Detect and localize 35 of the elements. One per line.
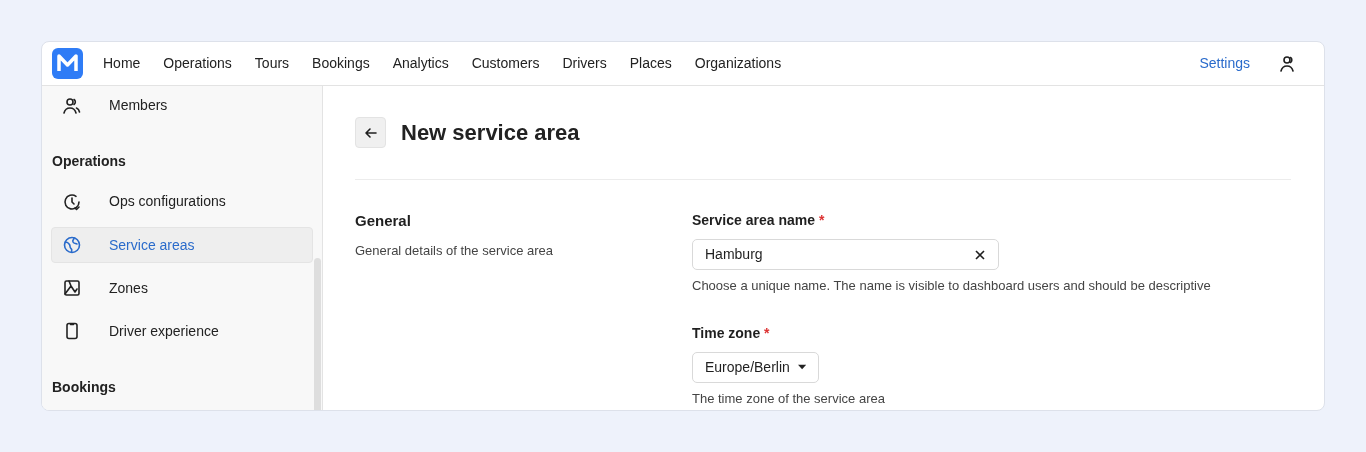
sidebar-item[interactable]: Ops configurations (51, 184, 313, 220)
help-text: Choose a unique name. The name is visible to dashboard users and should be descriptive (692, 277, 1211, 295)
globe-icon (62, 235, 82, 255)
logo-icon[interactable] (52, 48, 83, 79)
nav-link[interactable]: Drivers (562, 53, 607, 74)
help-text: The time zone of the service area (692, 389, 886, 408)
sidebar-item[interactable]: Members (51, 88, 313, 124)
nav-link[interactable]: Customers (471, 53, 540, 74)
sidebar-item[interactable]: Service areas (51, 227, 313, 263)
nav-link[interactable]: Analytics (392, 53, 449, 74)
sidebar-item[interactable]: Driver experience (51, 313, 313, 349)
nav-link[interactable]: Tours (254, 53, 290, 74)
map-icon (62, 278, 82, 299)
clear-icon[interactable] (974, 248, 986, 261)
nav-link[interactable]: Places (629, 53, 672, 74)
back-button[interactable] (355, 117, 386, 148)
clock-icon (62, 191, 82, 212)
field-label: Service area name * (692, 211, 826, 230)
dropdown[interactable]: Europe/Berlin (692, 351, 819, 383)
section-description: General details of the service area (355, 241, 554, 260)
caret-icon (797, 364, 806, 370)
sidebar-item[interactable]: Zones (51, 270, 313, 306)
scrollbar[interactable] (314, 258, 321, 410)
field-label: Time zone * (692, 323, 771, 343)
section-heading: Operations (51, 152, 127, 172)
settings-link[interactable]: Settings (1199, 53, 1250, 74)
text-field[interactable]: Hamburg (692, 239, 999, 270)
section-title: General (355, 211, 412, 231)
nav-link[interactable]: Operations (163, 53, 232, 74)
nav-link[interactable]: Home (103, 53, 141, 74)
page-title: New service area (401, 119, 580, 147)
section-heading: Bookings (51, 378, 117, 397)
nav-link[interactable]: Organizations (694, 53, 782, 74)
nav-link[interactable]: Bookings (312, 53, 370, 74)
people-icon (62, 95, 82, 116)
